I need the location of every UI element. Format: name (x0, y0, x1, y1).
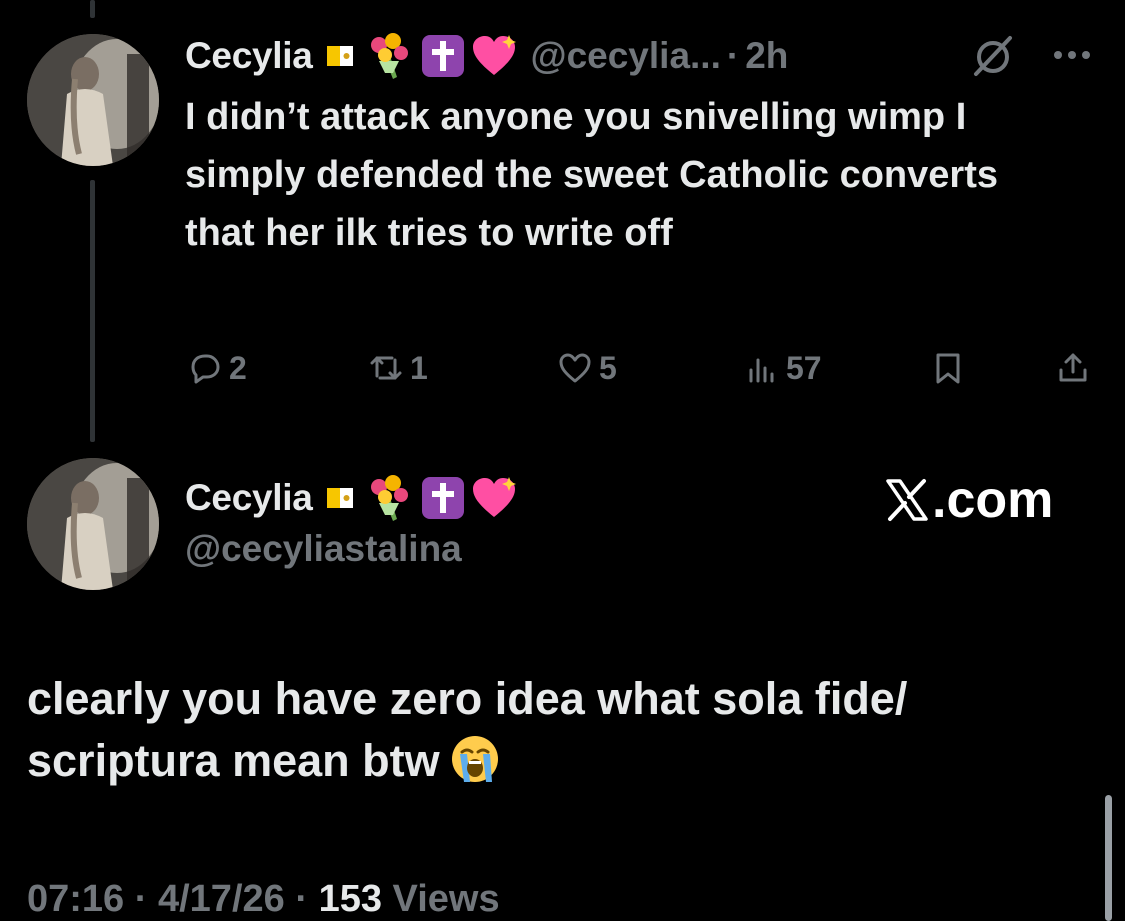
tweet-meta: 07:16 · 4/17/26 · 153 Views (27, 878, 500, 921)
tweet-text: I didn’t attack anyone you snivelling wi… (185, 96, 998, 254)
latin-cross-emoji (421, 477, 464, 519)
timestamp[interactable]: 2h (745, 35, 788, 77)
tweet-time[interactable]: 07:16 (27, 878, 124, 920)
tweet-date[interactable]: 4/17/26 (158, 878, 285, 920)
retweet-icon (370, 356, 402, 380)
more-icon[interactable] (1050, 40, 1094, 70)
vatican-flag-emoji (326, 46, 353, 66)
views-button[interactable]: 57 (744, 346, 822, 390)
latin-cross-emoji (421, 35, 464, 77)
handle[interactable]: @cecyliastalina (185, 528, 462, 570)
views-count: 153 (318, 878, 382, 920)
share-icon (1059, 353, 1087, 382)
display-name[interactable]: Cecylia (185, 35, 313, 77)
loudly-crying-face-emoji (451, 736, 498, 782)
avatar[interactable] (27, 458, 159, 590)
separator-dot: · (134, 878, 148, 920)
handle[interactable]: @cecylia... (531, 35, 721, 77)
thread-line-top (90, 0, 95, 18)
reply-count: 2 (229, 349, 247, 386)
thread-line (90, 180, 95, 442)
grok-icon[interactable] (970, 32, 1016, 78)
views-count: 57 (786, 349, 822, 386)
like-button[interactable]: 5 (557, 346, 617, 390)
sparkling-heart-emoji (472, 477, 516, 517)
bouquet-emoji (370, 475, 408, 521)
like-icon (559, 353, 591, 383)
separator-dot: · (726, 35, 740, 76)
like-count: 5 (599, 349, 617, 386)
watermark-text: .com (932, 471, 1054, 529)
vatican-flag-emoji (326, 488, 353, 508)
avatar[interactable] (27, 34, 159, 166)
tweet-text: clearly you have zero idea what sola fid… (27, 668, 1087, 792)
retweet-count: 1 (410, 349, 428, 386)
display-name[interactable]: Cecylia (185, 477, 313, 519)
reply-button[interactable]: 2 (187, 346, 247, 390)
x-logo-icon (886, 479, 928, 521)
separator-dot: · (295, 878, 308, 920)
reply-icon (191, 354, 220, 384)
bookmark-button[interactable] (930, 346, 972, 390)
retweet-button[interactable]: 1 (368, 346, 428, 390)
bookmark-icon (936, 353, 960, 384)
share-button[interactable] (1055, 346, 1097, 390)
views-label[interactable]: Views (393, 878, 500, 920)
scrollbar[interactable] (1105, 795, 1112, 921)
tweet-header: Cecylia (185, 472, 517, 524)
tweet-header: Cecylia @cecylia... · 2h (185, 30, 788, 82)
views-icon (749, 358, 774, 383)
bouquet-emoji (370, 33, 408, 79)
x-watermark: .com (884, 470, 1053, 530)
sparkling-heart-emoji (472, 35, 516, 75)
